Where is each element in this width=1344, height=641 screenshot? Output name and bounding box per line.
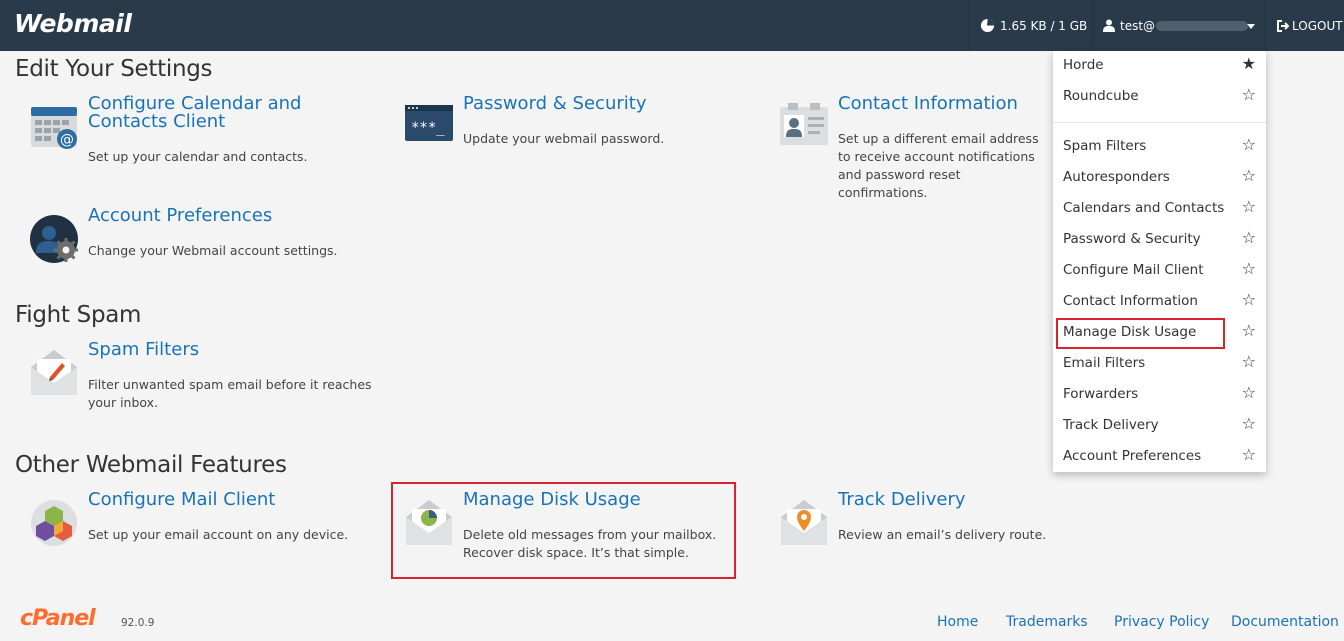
tile-account-preferences[interactable]: Account Preferences Change your Webmail … bbox=[30, 207, 370, 265]
star-icon[interactable]: ☆ bbox=[1242, 447, 1256, 463]
logout-icon bbox=[1277, 19, 1289, 32]
tile-mailclient-desc: Set up your email account on any device. bbox=[88, 527, 349, 542]
footer-link-documentation[interactable]: Documentation bbox=[1231, 614, 1339, 630]
logout-label: LOGOUT bbox=[1292, 18, 1343, 33]
menu-item-configure-mail-client[interactable]: Configure Mail Client ☆ bbox=[1053, 259, 1266, 283]
tile-calendar-title[interactable]: Configure Calendar and Contacts Client bbox=[88, 95, 318, 131]
highlight-disk-tile bbox=[391, 482, 736, 579]
menu-item-account-preferences[interactable]: Account Preferences ☆ bbox=[1053, 445, 1266, 469]
tile-password-title[interactable]: Password & Security bbox=[463, 95, 646, 113]
star-icon[interactable]: ☆ bbox=[1242, 230, 1256, 246]
star-icon[interactable]: ☆ bbox=[1242, 292, 1256, 308]
menu-item-horde[interactable]: Horde ★ bbox=[1053, 54, 1266, 78]
cpanel-logo[interactable]: cPanel bbox=[20, 606, 96, 631]
tile-spam-filters[interactable]: Spam Filters Filter unwanted spam email … bbox=[30, 341, 372, 415]
webmail-logo[interactable]: Webmail bbox=[14, 9, 132, 38]
tile-account-desc: Change your Webmail account settings. bbox=[88, 243, 338, 258]
section-title-other: Other Webmail Features bbox=[15, 452, 287, 478]
menu-item-email-filters[interactable]: Email Filters ☆ bbox=[1053, 352, 1266, 376]
star-icon[interactable]: ☆ bbox=[1242, 385, 1256, 401]
star-icon[interactable]: ☆ bbox=[1242, 199, 1256, 215]
tile-track-delivery[interactable]: Track Delivery Review an email’s deliver… bbox=[780, 491, 1080, 549]
tile-contact[interactable]: Contact Information Set up a different e… bbox=[780, 95, 1050, 200]
footer-link-privacy-policy[interactable]: Privacy Policy bbox=[1114, 614, 1209, 630]
svg-text:***_: ***_ bbox=[411, 120, 445, 136]
star-icon[interactable]: ★ bbox=[1242, 56, 1256, 72]
menu-divider bbox=[1053, 122, 1266, 123]
mail-client-icon bbox=[30, 499, 80, 549]
footer-link-home[interactable]: Home bbox=[937, 614, 978, 630]
star-icon[interactable]: ☆ bbox=[1242, 323, 1256, 339]
tile-configure-mail-client[interactable]: Configure Mail Client Set up your email … bbox=[30, 491, 370, 549]
disk-usage[interactable]: 1.65 KB / 1 GB bbox=[969, 0, 1092, 51]
tile-calendar-desc: Set up your calendar and contacts. bbox=[88, 149, 308, 164]
menu-item-track-delivery[interactable]: Track Delivery ☆ bbox=[1053, 414, 1266, 438]
user-dropdown-menu: Horde ★ Roundcube ☆ Spam Filters ☆ Autor… bbox=[1053, 51, 1266, 472]
version-number: 92.0.9 bbox=[121, 617, 155, 629]
menu-item-forwarders[interactable]: Forwarders ☆ bbox=[1053, 383, 1266, 407]
menu-item-password-security[interactable]: Password & Security ☆ bbox=[1053, 228, 1266, 252]
section-title-spam: Fight Spam bbox=[15, 302, 142, 328]
user-menu-toggle[interactable]: test@ bbox=[1092, 0, 1265, 51]
tile-track-desc: Review an email’s delivery route. bbox=[838, 527, 1047, 542]
calendar-icon: @ bbox=[30, 103, 80, 153]
star-icon[interactable]: ☆ bbox=[1242, 416, 1256, 432]
user-icon bbox=[1103, 19, 1115, 32]
section-title-settings: Edit Your Settings bbox=[15, 56, 213, 82]
disk-usage-text: 1.65 KB / 1 GB bbox=[1000, 18, 1088, 33]
menu-item-calendars-contacts[interactable]: Calendars and Contacts ☆ bbox=[1053, 197, 1266, 221]
footer-link-trademarks[interactable]: Trademarks bbox=[1006, 614, 1088, 630]
highlight-menu-disk bbox=[1056, 318, 1225, 349]
redacted-email bbox=[1156, 20, 1249, 31]
spam-envelope-icon bbox=[30, 349, 80, 399]
menu-item-autoresponders[interactable]: Autoresponders ☆ bbox=[1053, 166, 1266, 190]
chevron-down-icon bbox=[1247, 24, 1255, 29]
tile-password[interactable]: ***_ Password & Security Update your web… bbox=[405, 95, 745, 163]
star-icon[interactable]: ☆ bbox=[1242, 168, 1256, 184]
top-bar: Webmail 1.65 KB / 1 GB test@ LOGOUT bbox=[0, 0, 1344, 51]
logout-button[interactable]: LOGOUT bbox=[1265, 0, 1344, 51]
tile-spam-title[interactable]: Spam Filters bbox=[88, 341, 199, 359]
user-email: test@ bbox=[1120, 18, 1156, 33]
account-prefs-icon bbox=[30, 215, 80, 265]
tile-password-desc: Update your webmail password. bbox=[463, 131, 665, 146]
menu-item-spam-filters[interactable]: Spam Filters ☆ bbox=[1053, 135, 1266, 159]
tile-contact-desc: Set up a different email address to rece… bbox=[838, 131, 1039, 200]
menu-item-roundcube[interactable]: Roundcube ☆ bbox=[1053, 85, 1266, 109]
tile-mailclient-title[interactable]: Configure Mail Client bbox=[88, 491, 275, 509]
star-icon[interactable]: ☆ bbox=[1242, 137, 1256, 153]
password-icon: ***_ bbox=[405, 103, 455, 153]
contact-card-icon bbox=[780, 103, 830, 153]
star-icon[interactable]: ☆ bbox=[1242, 261, 1256, 277]
tile-track-title[interactable]: Track Delivery bbox=[838, 491, 966, 509]
tile-account-title[interactable]: Account Preferences bbox=[88, 207, 272, 225]
star-icon[interactable]: ☆ bbox=[1242, 354, 1256, 370]
svg-text:@: @ bbox=[60, 132, 74, 148]
tile-calendar[interactable]: @ Configure Calendar and Contacts Client… bbox=[30, 95, 370, 173]
track-envelope-icon bbox=[780, 499, 830, 549]
menu-item-contact-information[interactable]: Contact Information ☆ bbox=[1053, 290, 1266, 314]
tile-spam-desc: Filter unwanted spam email before it rea… bbox=[88, 377, 372, 410]
tile-contact-title[interactable]: Contact Information bbox=[838, 95, 1018, 113]
star-icon[interactable]: ☆ bbox=[1242, 87, 1256, 103]
pie-chart-icon bbox=[980, 18, 995, 33]
